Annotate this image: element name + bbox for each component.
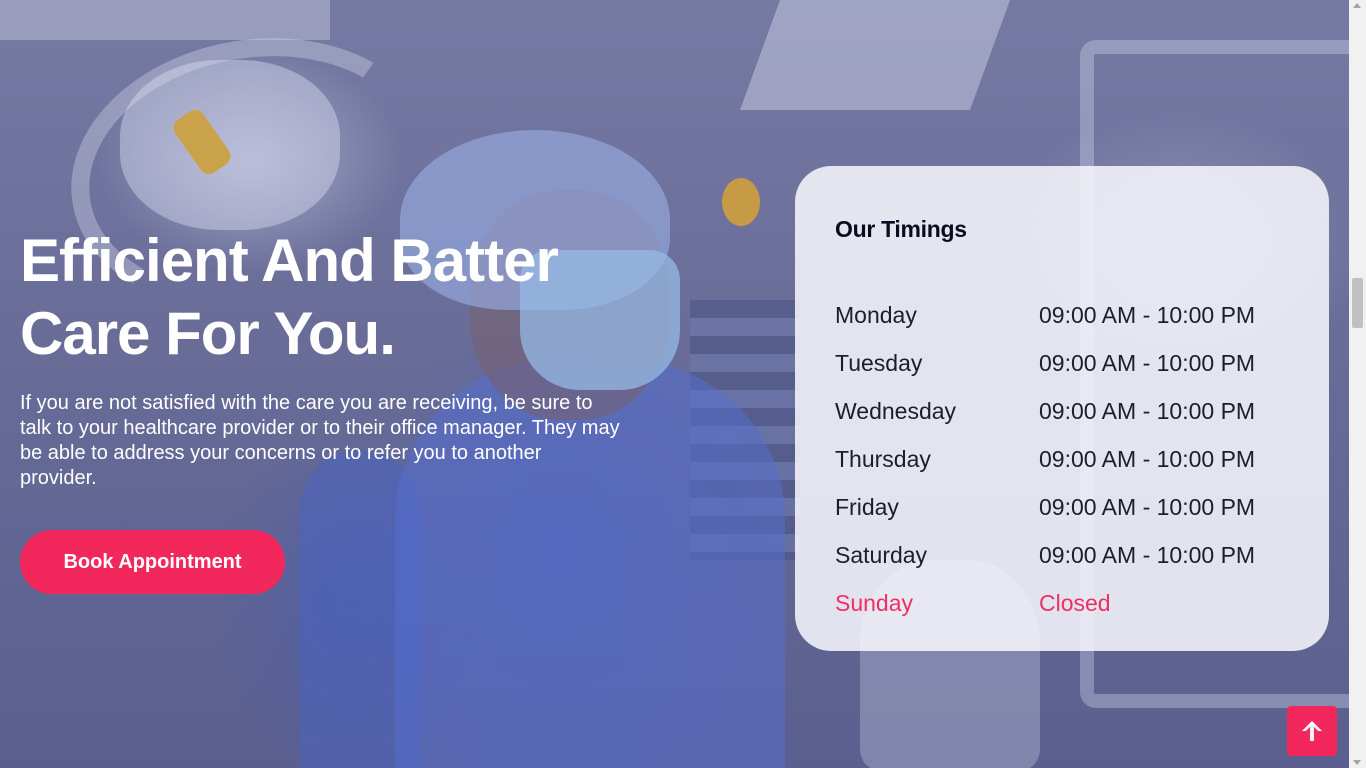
ceiling-panel: [739, 0, 1011, 110]
timing-hours: 09:00 AM - 10:00 PM: [1039, 446, 1256, 472]
timings-list: Monday 09:00 AM - 10:00 PM Tuesday 09:00…: [835, 302, 1295, 638]
hero-description: If you are not satisfied with the care y…: [20, 392, 620, 489]
timing-row: Tuesday 09:00 AM - 10:00 PM: [835, 350, 1295, 398]
timing-day: Thursday: [835, 446, 931, 472]
hero-headline: Efficient And Batter Care For You.: [20, 224, 640, 370]
hero-headline-line: Care For You.: [20, 300, 396, 367]
ceiling-panel: [0, 0, 330, 40]
scrollbar-thumb[interactable]: [1352, 278, 1363, 328]
scroll-down-icon[interactable]: [1353, 760, 1361, 765]
book-appointment-button[interactable]: Book Appointment: [20, 530, 285, 594]
timing-row: Wednesday 09:00 AM - 10:00 PM: [835, 398, 1295, 446]
timing-row: Monday 09:00 AM - 10:00 PM: [835, 302, 1295, 350]
page-scrollbar[interactable]: [1349, 0, 1366, 768]
hero-section: Efficient And Batter Care For You. If yo…: [0, 0, 1349, 768]
timing-hours: 09:00 AM - 10:00 PM: [1039, 398, 1256, 424]
timings-card: Our Timings Monday 09:00 AM - 10:00 PM T…: [795, 166, 1329, 651]
back-to-top-button[interactable]: [1287, 706, 1337, 756]
timing-day: Friday: [835, 494, 899, 520]
timing-day: Monday: [835, 302, 917, 328]
timing-hours: 09:00 AM - 10:00 PM: [1039, 350, 1256, 376]
timing-row: Friday 09:00 AM - 10:00 PM: [835, 494, 1295, 542]
timing-hours: 09:00 AM - 10:00 PM: [1039, 302, 1256, 328]
timing-day: Saturday: [835, 542, 928, 568]
timing-hours: 09:00 AM - 10:00 PM: [1039, 494, 1256, 520]
timing-day: Tuesday: [835, 350, 923, 376]
timing-row: Saturday 09:00 AM - 10:00 PM: [835, 542, 1295, 590]
timings-title: Our Timings: [835, 216, 967, 242]
timing-row: Thursday 09:00 AM - 10:00 PM: [835, 446, 1295, 494]
timing-day: Wednesday: [835, 398, 957, 424]
timing-hours: 09:00 AM - 10:00 PM: [1039, 542, 1256, 568]
timing-hours: Closed: [1039, 590, 1111, 616]
hero-headline-line: Efficient And Batter: [20, 227, 559, 294]
surgical-lamp-handle: [722, 178, 760, 226]
timing-day: Sunday: [835, 590, 914, 616]
scroll-up-icon[interactable]: [1353, 3, 1361, 8]
timing-row-closed: Sunday Closed: [835, 590, 1295, 638]
arrow-up-icon: [1302, 721, 1322, 741]
